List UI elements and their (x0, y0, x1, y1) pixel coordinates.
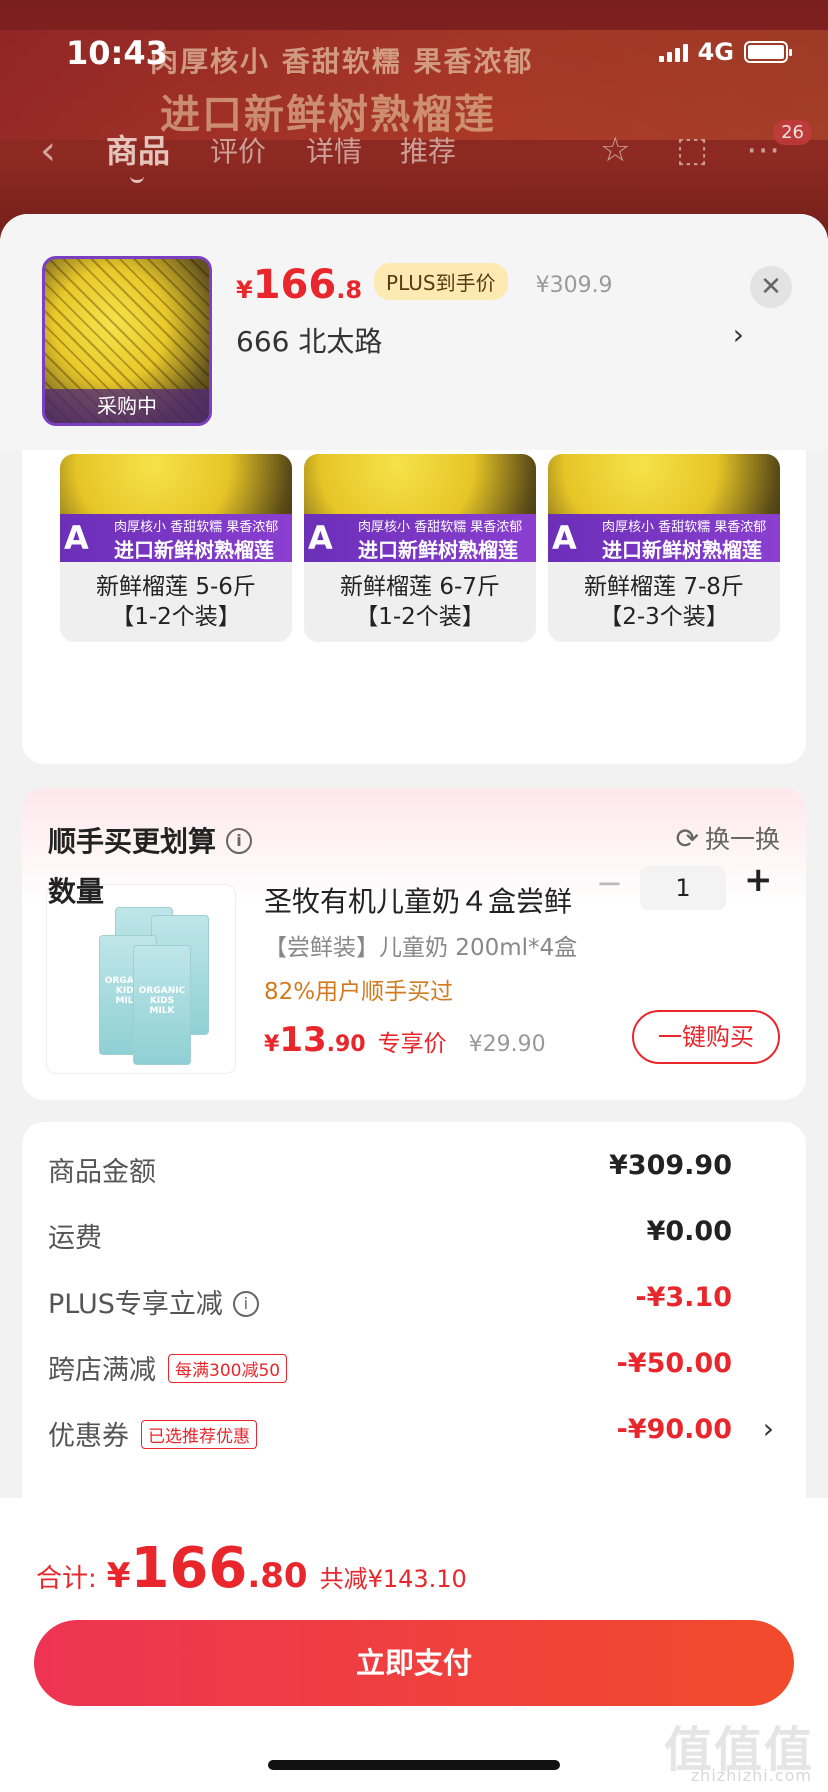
share-icon[interactable]: ⬚ (676, 130, 708, 170)
close-icon[interactable]: ✕ (750, 266, 792, 308)
spec-band-title: 进口新鲜树熟榴莲 (602, 538, 762, 562)
price-decimal: .8 (336, 276, 363, 304)
fee-row: 商品金额 ¥309.90 (48, 1150, 780, 1190)
total-saved: 共减¥143.10 (319, 1565, 467, 1593)
fee-summary-card: 展开更多 商品金额¥309.90运费¥0.00PLUS专享立减i-¥3.10跨店… (22, 1122, 806, 1523)
fee-row: PLUS专享立减 i -¥3.10 (48, 1282, 780, 1322)
tab-recommend[interactable]: 推荐 (400, 130, 456, 170)
spec-option[interactable]: A 肉厚核小 香甜软糯 果香浓郁进口新鲜树熟榴莲新鲜榴莲 6-7斤 【1-2个装】 (304, 454, 536, 642)
total-row: 合计: ¥ 166 .80 共减¥143.10 (36, 1536, 467, 1601)
upsell-product-subtitle: 【尝鲜装】儿童奶 200ml*4盒 (264, 935, 578, 961)
product-nav-bar: ‹ 商品 评价 详情 推荐 ☆ ⬚ ⋯ 26 (0, 120, 828, 183)
sheet-header: 采购中 ¥ 166 .8 PLUS到手价 ¥309.9 666 北太路 › ✕ (0, 214, 828, 450)
cart-count-badge: 26 (773, 120, 812, 145)
upsell-product-name[interactable]: 圣牧有机儿童奶４盒尝鲜 (264, 880, 572, 920)
fee-label: 运费 (48, 1223, 102, 1254)
fee-value: -¥3.10 (635, 1282, 732, 1313)
chevron-right-icon[interactable]: › (733, 318, 744, 351)
signal-icon (658, 42, 688, 62)
thumbnail-status-label: 采购中 (45, 389, 209, 423)
fee-label: PLUS专享立减 i (48, 1282, 259, 1321)
price-symbol: ¥ (236, 276, 253, 304)
exclusive-price-tag: 专享价 (377, 1031, 447, 1057)
original-price: ¥309.9 (535, 273, 613, 298)
product-thumbnail[interactable]: 采购中 (42, 256, 212, 426)
delivery-address[interactable]: 666 北太路 (236, 320, 382, 360)
info-icon[interactable]: i (232, 1290, 259, 1317)
one-click-buy-button[interactable]: 一键购买 (632, 1010, 780, 1064)
spec-band-slogan: 肉厚核小 香甜软糯 果香浓郁 (358, 520, 523, 535)
refresh-label: 换一换 (704, 825, 780, 854)
quantity-label: 数量 (48, 875, 105, 908)
battery-icon (744, 41, 792, 63)
favorite-star-icon[interactable]: ☆ (600, 130, 630, 170)
spec-selection-card: A 肉厚核小 香甜软糯 果香浓郁 进口新鲜树熟榴莲 新鲜榴莲 5-6斤 【1-2个装】 A… (22, 404, 806, 910)
spec-band-title: 进口新鲜树熟榴莲 (358, 538, 518, 562)
upsell-product-image[interactable]: ORGANIC KIDS MILK ORGANIC KIDS MILK (46, 884, 236, 1074)
spec-option[interactable]: A 肉厚核小 香甜软糯 果香浓郁进口新鲜树熟榴莲新鲜榴莲 7-8斤 【2-3个装】 (548, 454, 780, 642)
refresh-button[interactable]: ⟳ 换一换 (676, 820, 780, 856)
spec-option[interactable]: A 肉厚核小 香甜软糯 果香浓郁进口新鲜树熟榴莲新鲜榴莲 5-6斤 【1-2个装】 (60, 454, 292, 642)
fee-row: 跨店满减 每满300减50 -¥50.00 (48, 1348, 780, 1388)
spec-option-name: 新鲜榴莲 6-7斤 【1-2个装】 (340, 574, 500, 630)
upsell-price: ¥ 13 .90 专享价 ¥29.90 (264, 1020, 546, 1060)
fee-label: 商品金额 (48, 1157, 156, 1188)
status-indicators: 4G (658, 38, 792, 66)
spec-option-name: 新鲜榴莲 7-8斤 【2-3个装】 (584, 574, 744, 630)
fee-row: 运费 ¥0.00 (48, 1216, 780, 1256)
upsell-title: 顺手买更划算 i (48, 820, 253, 860)
chevron-right-icon[interactable]: › (763, 1412, 774, 1445)
spec-grade-badge: A (552, 519, 577, 557)
quantity-increase-button[interactable]: + (744, 860, 773, 900)
home-indicator[interactable] (268, 1760, 560, 1770)
upsell-card: 顺手买更划算 i ⟳ 换一换 ORGANIC KIDS MILK ORGANIC … (22, 788, 806, 1100)
spec-grade-badge: A (64, 519, 89, 557)
price-integer: 166 (252, 262, 337, 308)
tab-reviews[interactable]: 评价 (210, 130, 266, 170)
status-time: 10:43 (66, 34, 168, 72)
info-icon[interactable]: i (226, 828, 253, 854)
upsell-original-price: ¥29.90 (468, 1032, 546, 1057)
fee-tag: 已选推荐优惠 (141, 1420, 257, 1449)
total-label: 合计: (36, 1564, 97, 1594)
status-bar: 10:43 4G (0, 0, 828, 100)
fee-value: -¥50.00 (616, 1348, 732, 1379)
total-amount-decimal: .80 (247, 1556, 308, 1596)
spec-band-slogan: 肉厚核小 香甜软糯 果香浓郁 (602, 520, 767, 535)
spec-band-title: 进口新鲜树熟榴莲 (114, 538, 274, 562)
watermark-url: zhizhizhi.com (690, 1766, 812, 1785)
price-row: ¥ 166 .8 PLUS到手价 ¥309.9 (236, 262, 613, 308)
back-icon[interactable]: ‹ (40, 128, 56, 174)
fee-value: ¥309.90 (609, 1150, 732, 1181)
checkout-bar: 合计: ¥ 166 .80 共减¥143.10 立即支付 值值值 zhizhiz… (0, 1498, 828, 1792)
spec-band-slogan: 肉厚核小 香甜软糯 果香浓郁 (114, 520, 279, 535)
fee-label: 优惠券 已选推荐优惠 (48, 1414, 257, 1453)
total-amount-integer: 166 (130, 1536, 248, 1601)
tab-details[interactable]: 详情 (306, 130, 362, 170)
tab-product[interactable]: 商品 (106, 126, 170, 183)
fee-tag: 每满300减50 (168, 1354, 288, 1383)
upsell-purchase-stat: 82%用户顺手买过 (264, 979, 454, 1005)
fee-label: 跨店满减 每满300减50 (48, 1348, 288, 1387)
fee-value: -¥90.00 (616, 1414, 732, 1445)
plus-price-tag: PLUS到手价 (374, 263, 508, 300)
fee-row[interactable]: 优惠券 已选推荐优惠 -¥90.00 › (48, 1412, 780, 1454)
pay-now-button[interactable]: 立即支付 (34, 1620, 794, 1706)
network-label: 4G (697, 38, 734, 66)
quantity-decrease-button[interactable]: − (596, 864, 623, 902)
refresh-icon: ⟳ (675, 821, 699, 855)
spec-option-name: 新鲜榴莲 5-6斤 【1-2个装】 (96, 574, 256, 630)
spec-list: A 肉厚核小 香甜软糯 果香浓郁 进口新鲜树熟榴莲 新鲜榴莲 5-6斤 【1-2个装】 A… (60, 454, 780, 642)
fee-value: ¥0.00 (646, 1216, 732, 1247)
spec-grade-badge: A (308, 519, 333, 557)
quantity-input[interactable]: 1 (640, 866, 726, 910)
